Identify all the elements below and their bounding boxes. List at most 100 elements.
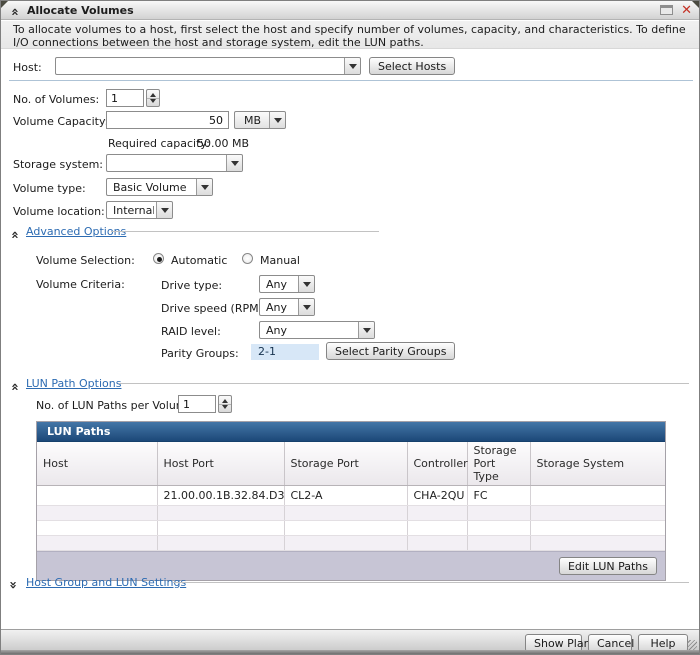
chevron-down-icon [196,179,212,195]
lun-table-body: 21.00.00.1B.32.84.D3.DDCL2-ACHA-2QUFC [37,485,665,551]
raid-level-value: Any [266,324,288,337]
table-cell [467,535,531,551]
radio-manual-label[interactable]: Manual [260,254,300,267]
lun-path-options-link[interactable]: LUN Path Options [26,377,121,390]
table-cell [157,535,285,551]
radio-automatic-label[interactable]: Automatic [171,254,227,267]
dialog-description: To allocate volumes to a host, first sel… [1,21,699,49]
edit-lun-paths-button[interactable]: Edit LUN Paths [558,557,657,575]
table-row[interactable] [37,535,665,551]
resize-grip[interactable] [687,640,697,650]
table-cell [530,505,665,521]
table-cell [37,520,158,536]
window-bottom-edge [1,650,699,654]
chevron-down-icon [298,299,314,315]
volume-type-value: Basic Volume [113,181,187,194]
window-corner-decoration [1,1,8,8]
close-icon[interactable]: ✕ [681,3,692,18]
required-capacity-label: Required capacity: [108,137,210,150]
drive-type-select[interactable]: Any [259,275,315,293]
parity-groups-label: Parity Groups: [161,347,239,360]
collapse-section-icon[interactable]: « [7,228,22,241]
divider [9,80,693,81]
column-header-host[interactable]: Host [37,442,158,486]
table-cell: CHA-2QU [407,485,468,506]
lun-paths-panel: LUN Paths Host Host Port Storage Port Co… [36,421,666,581]
table-cell [407,535,468,551]
table-cell [407,520,468,536]
collapse-section-icon[interactable]: « [7,380,22,393]
volume-criteria-label: Volume Criteria: [36,278,125,291]
spinner-buttons[interactable] [218,395,232,413]
lun-paths-input[interactable] [178,395,216,413]
raid-level-select[interactable]: Any [259,321,375,339]
select-hosts-button[interactable]: Select Hosts [369,57,456,75]
volume-type-label: Volume type: [13,182,86,195]
chevron-down-icon [344,58,360,74]
lun-paths-per-volume-label: No. of LUN Paths per Volume: [36,399,197,412]
required-capacity-value: 50.00 MB [197,137,250,150]
spin-up-icon[interactable] [222,399,228,403]
num-volumes-input[interactable] [106,89,144,107]
chevron-down-icon [298,276,314,292]
lun-paths-table: Host Host Port Storage Port Controller S… [37,442,665,551]
table-cell [284,505,408,521]
spinner-buttons[interactable] [146,89,160,107]
column-header-storage-port[interactable]: Storage Port [284,442,408,486]
capacity-unit-select[interactable]: MB [234,111,286,129]
volume-capacity-input[interactable] [106,111,229,129]
drive-speed-select[interactable]: Any [259,298,315,316]
chevron-down-icon [226,155,242,171]
table-cell [530,485,665,506]
num-volumes-label: No. of Volumes: [13,93,100,106]
drive-type-value: Any [266,278,288,291]
table-cell [467,520,531,536]
divider [119,383,689,384]
host-label: Host: [13,61,42,74]
chevron-down-icon [156,202,172,218]
spin-down-icon[interactable] [222,405,228,409]
divider [173,582,689,583]
table-row[interactable] [37,520,665,536]
radio-automatic[interactable] [153,253,164,264]
collapse-dialog-icon[interactable]: « [7,5,22,18]
volume-type-select[interactable]: Basic Volume [106,178,213,196]
column-header-host-port[interactable]: Host Port [157,442,285,486]
column-header-storage-port-type[interactable]: Storage Port Type [467,442,531,486]
spin-down-icon[interactable] [150,99,156,103]
capacity-unit-value: MB [244,114,262,127]
spin-up-icon[interactable] [150,93,156,97]
table-row[interactable] [37,505,665,521]
expand-section-icon[interactable]: « [6,578,21,591]
volume-location-label: Volume location: [13,205,105,218]
storage-system-label: Storage system: [13,158,104,171]
radio-manual[interactable] [242,253,253,264]
column-header-controller[interactable]: Controller [407,442,468,486]
table-cell [37,485,158,506]
title-bar: « Allocate Volumes ✕ [1,1,699,20]
dialog-footer: Show Plan Cancel Help [1,629,699,652]
table-cell [157,505,285,521]
drive-type-label: Drive type: [161,279,223,292]
chevron-down-icon [269,112,285,128]
storage-system-select[interactable] [106,154,243,172]
table-cell [530,535,665,551]
table-cell [467,505,531,521]
table-cell [284,535,408,551]
table-header-row: Host Host Port Storage Port Controller S… [37,442,665,486]
table-cell [37,535,158,551]
lun-paths-table-title: LUN Paths [37,422,665,442]
maximize-icon[interactable] [660,5,673,15]
drive-speed-label: Drive speed (RPM): [161,302,267,315]
dialog-title: Allocate Volumes [27,4,134,17]
table-row[interactable]: 21.00.00.1B.32.84.D3.DDCL2-ACHA-2QUFC [37,485,665,506]
host-group-lun-settings-link[interactable]: Host Group and LUN Settings [26,576,186,589]
host-select[interactable] [55,57,361,75]
volume-location-value: Internal [113,204,154,217]
column-header-storage-system[interactable]: Storage System [530,442,665,486]
divider [111,231,379,232]
volume-location-select[interactable]: Internal [106,201,173,219]
parity-groups-value: 2-1 [251,344,319,360]
select-parity-groups-button[interactable]: Select Parity Groups [326,342,456,360]
table-cell: 21.00.00.1B.32.84.D3.DD [157,485,285,506]
